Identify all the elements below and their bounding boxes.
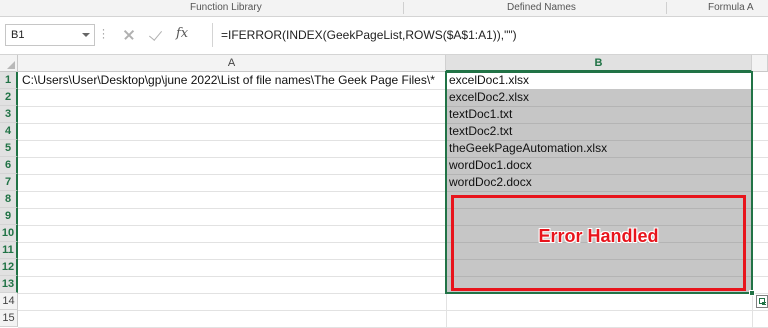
insert-function-icon[interactable]: fx — [176, 26, 188, 41]
ribbon-group-defined-names: Defined Names — [507, 2, 576, 13]
cell-b3[interactable]: textDoc1.txt — [449, 106, 512, 123]
ribbon-group-formula-auditing: Formula A — [708, 2, 754, 13]
cell-b5[interactable]: theGeekPageAutomation.xlsx — [449, 140, 607, 157]
ribbon-group-strip: Function Library Defined Names Formula A — [0, 0, 768, 17]
row-header[interactable]: 4 — [0, 123, 18, 140]
cell-b7[interactable]: wordDoc2.docx — [449, 174, 532, 191]
row-header[interactable]: 14 — [0, 293, 18, 310]
cell-b1[interactable]: excelDoc1.xlsx — [449, 72, 529, 89]
ribbon-group-function-library: Function Library — [190, 2, 262, 13]
quick-analysis-icon[interactable] — [756, 295, 768, 308]
column-header-b[interactable]: B — [446, 55, 752, 72]
ribbon-separator — [666, 2, 667, 14]
column-header-c[interactable] — [752, 55, 768, 72]
worksheet-grid: A B 1 2 3 4 5 6 7 8 9 10 11 12 13 14 15 … — [0, 55, 768, 328]
grid-line — [18, 310, 768, 311]
row-header[interactable]: 11 — [0, 242, 18, 259]
row-header[interactable]: 6 — [0, 157, 18, 174]
fill-handle[interactable] — [749, 290, 755, 296]
formula-bar: B1 · · · fx =IFERROR(INDEX(GeekPageList,RO… — [0, 17, 768, 55]
row-header[interactable]: 2 — [0, 89, 18, 106]
formula-text: =IFERROR(INDEX(GeekPageList,ROWS($A$1:A1… — [221, 28, 517, 42]
row-header[interactable]: 3 — [0, 106, 18, 123]
row-header[interactable]: 15 — [0, 310, 18, 327]
error-handled-label: Error Handled — [538, 226, 659, 246]
row-header[interactable]: 9 — [0, 208, 18, 225]
row-header[interactable]: 7 — [0, 174, 18, 191]
select-all-corner[interactable] — [0, 55, 18, 72]
row-header[interactable]: 13 — [0, 276, 18, 293]
cell-a1[interactable]: C:\Users\User\Desktop\gp\june 2022\List … — [22, 72, 435, 89]
cell-b4[interactable]: textDoc2.txt — [449, 123, 512, 140]
row-header[interactable]: 10 — [0, 225, 18, 242]
cancel-icon[interactable] — [120, 26, 138, 44]
error-handled-annotation-box: Error Handled — [451, 195, 746, 291]
formula-input[interactable]: =IFERROR(INDEX(GeekPageList,ROWS($A$1:A1… — [212, 23, 768, 47]
name-box-value: B1 — [11, 29, 25, 41]
name-box[interactable]: B1 — [5, 24, 95, 46]
ribbon-separator — [403, 2, 404, 14]
row-header[interactable]: 5 — [0, 140, 18, 157]
row-header[interactable]: 8 — [0, 191, 18, 208]
enter-check-icon[interactable] — [148, 26, 166, 44]
drag-handle-icon[interactable]: · · · — [100, 23, 106, 43]
cell-b6[interactable]: wordDoc1.docx — [449, 157, 532, 174]
row-header[interactable]: 1 — [0, 72, 18, 89]
cell-b2[interactable]: excelDoc2.xlsx — [449, 89, 529, 106]
chevron-down-icon[interactable] — [82, 33, 90, 37]
column-header-a[interactable]: A — [18, 55, 446, 72]
row-header[interactable]: 12 — [0, 259, 18, 276]
